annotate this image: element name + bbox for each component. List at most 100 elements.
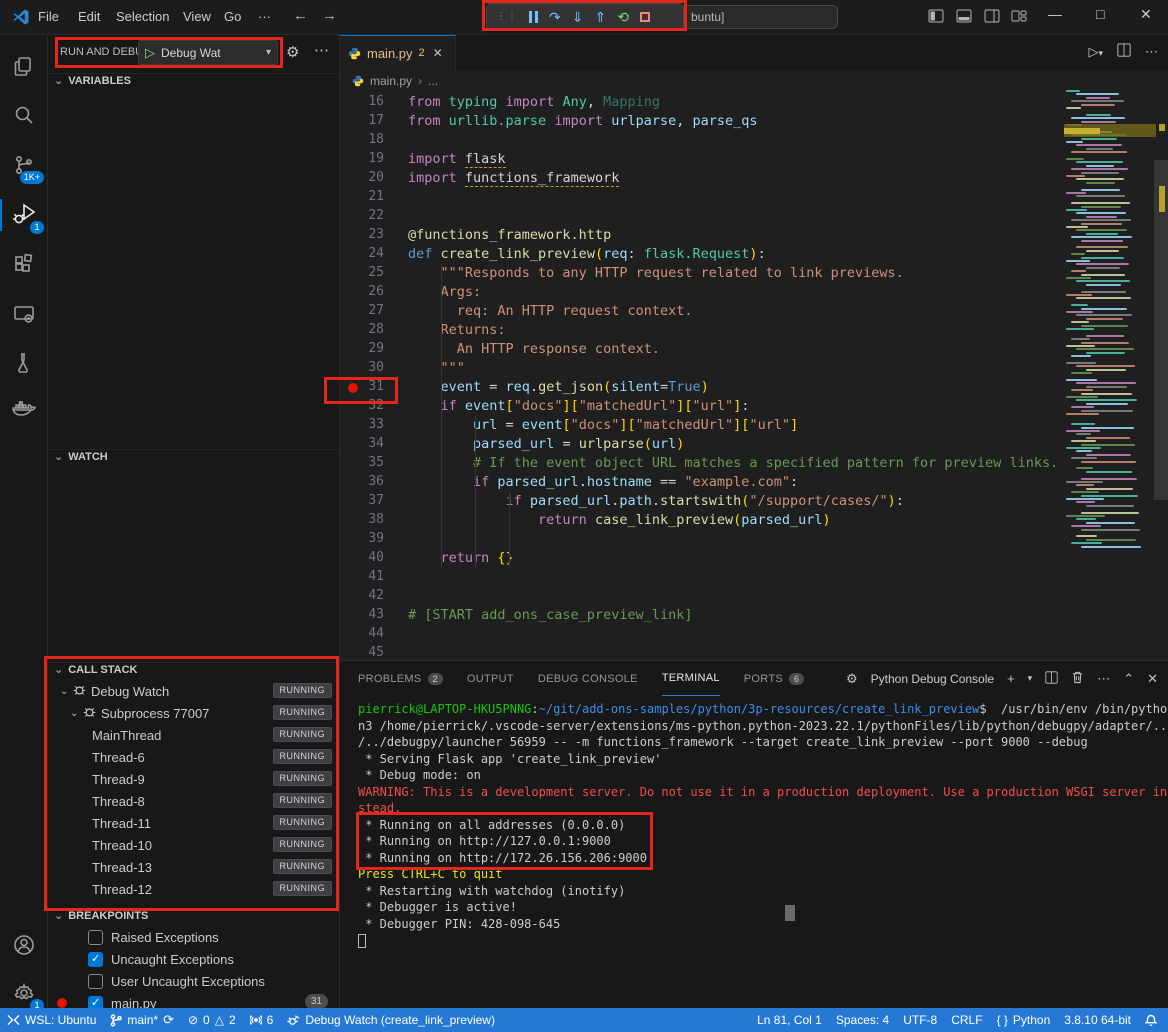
breakpoint-checkbox[interactable] [88, 974, 103, 989]
notifications-bell[interactable] [1138, 1008, 1164, 1032]
call-stack-row[interactable]: Thread-9RUNNING [48, 768, 340, 790]
code-line[interactable]: 45 [340, 644, 1168, 660]
ports-status[interactable]: 6 [243, 1008, 281, 1032]
code-line[interactable]: 27 req: An HTTP request context. [340, 302, 1168, 321]
launch-config-dropdown[interactable]: ▷ Debug Wat ▾ [138, 40, 278, 65]
code-line[interactable]: 17from urllib.parse import urlparse, par… [340, 112, 1168, 131]
code-line[interactable]: 40 return {} [340, 549, 1168, 568]
remote-indicator[interactable]: WSL: Ubuntu [0, 1008, 103, 1032]
code-line[interactable]: 31 event = req.get_json(silent=True) [340, 378, 1168, 397]
split-editor-icon[interactable] [1117, 43, 1131, 60]
tab-ports[interactable]: PORTS6 [744, 662, 805, 696]
code-line[interactable]: 28 Returns: [340, 321, 1168, 340]
new-terminal-icon[interactable]: + [1007, 671, 1015, 686]
code-line[interactable]: 23@functions_framework.http [340, 226, 1168, 245]
stop-button[interactable] [640, 12, 650, 22]
close-panel-icon[interactable]: ✕ [1147, 671, 1158, 687]
python-interpreter[interactable]: 3.8.10 64-bit [1057, 1008, 1138, 1032]
menu-view[interactable]: View [183, 9, 211, 24]
activity-docker[interactable] [0, 387, 47, 431]
nav-back-icon[interactable]: ← [293, 7, 308, 24]
debug-settings-gear-icon[interactable]: ⚙ [286, 43, 299, 61]
terminal-output[interactable]: pierrick@LAPTOP-HKU5PNNG:~/git/add-ons-s… [358, 701, 1158, 949]
activity-source-control[interactable]: 1K+ [0, 143, 47, 187]
activity-remote-explorer[interactable] [0, 293, 47, 337]
code-line[interactable]: 43# [START add_ons_case_preview_link] [340, 606, 1168, 625]
call-stack-row[interactable]: ⌄Subprocess 77007RUNNING [48, 702, 340, 724]
kill-terminal-icon[interactable] [1071, 670, 1084, 687]
variables-section-header[interactable]: ⌄VARIABLES [48, 73, 340, 91]
breakpoint-row[interactable]: User Uncaught Exceptions [48, 970, 340, 992]
code-area[interactable]: 16from typing import Any, Mapping17from … [340, 93, 1168, 660]
breakpoint-checkbox[interactable] [88, 930, 103, 945]
breakpoint-checkbox[interactable] [88, 952, 103, 967]
git-branch[interactable]: main* ⟳ [103, 1008, 181, 1032]
split-terminal-icon[interactable] [1045, 671, 1058, 687]
customize-layout-icon[interactable] [1011, 8, 1027, 29]
tab-main-py[interactable]: main.py 2 ✕ [340, 35, 456, 70]
terminal-dropdown-chevron-icon[interactable]: ▾ [1028, 673, 1033, 684]
code-line[interactable]: 22 [340, 207, 1168, 226]
editor-scrollbar[interactable] [1154, 90, 1168, 660]
call-stack-row[interactable]: Thread-13RUNNING [48, 856, 340, 878]
minimize-button[interactable]: — [1048, 6, 1062, 22]
tab-terminal[interactable]: TERMINAL [662, 662, 720, 696]
tab-output[interactable]: OUTPUT [467, 662, 514, 696]
breakpoint-row[interactable]: Uncaught Exceptions [48, 948, 340, 970]
sidebar-more-icon[interactable]: ⋯ [314, 41, 329, 59]
start-debug-icon[interactable]: ▷ [145, 45, 155, 61]
minimap[interactable] [1064, 90, 1154, 565]
editor-more-icon[interactable]: ⋯ [1145, 44, 1158, 60]
indentation[interactable]: Spaces: 4 [829, 1008, 896, 1032]
call-stack-row[interactable]: Thread-8RUNNING [48, 790, 340, 812]
call-stack-row[interactable]: Thread-11RUNNING [48, 812, 340, 834]
panel-more-icon[interactable]: ⋯ [1097, 671, 1110, 687]
code-line[interactable]: 33 url = event["docs"]["matchedUrl"]["ur… [340, 416, 1168, 435]
menu-file[interactable]: File [38, 9, 59, 24]
call-stack-section-header[interactable]: ⌄CALL STACK [48, 662, 340, 680]
cursor-position[interactable]: Ln 81, Col 1 [750, 1008, 829, 1032]
call-stack-row[interactable]: Thread-10RUNNING [48, 834, 340, 856]
maximize-button[interactable]: □ [1096, 6, 1104, 22]
maximize-panel-icon[interactable]: ⌃ [1123, 671, 1134, 687]
activity-accounts[interactable] [0, 923, 47, 967]
code-line[interactable]: 24def create_link_preview(req: flask.Req… [340, 245, 1168, 264]
code-line[interactable]: 29 An HTTP response context. [340, 340, 1168, 359]
debug-status[interactable]: Debug Watch (create_link_preview) [280, 1008, 502, 1032]
close-button[interactable]: ✕ [1140, 6, 1152, 23]
activity-run-debug[interactable]: 1 [0, 193, 47, 237]
breadcrumb-tail[interactable]: ... [428, 74, 438, 88]
toggle-secondary-sidebar-icon[interactable] [984, 8, 1000, 29]
breakpoint-row[interactable]: main.py31 [48, 992, 340, 1008]
activity-search[interactable] [0, 93, 47, 137]
call-stack-row[interactable]: MainThreadRUNNING [48, 724, 340, 746]
sync-icon[interactable]: ⟳ [163, 1012, 174, 1028]
code-line[interactable]: 19import flask [340, 150, 1168, 169]
code-line[interactable]: 37 if parsed_url.path.startswith("/suppo… [340, 492, 1168, 511]
call-stack-row[interactable]: Thread-6RUNNING [48, 746, 340, 768]
eol-sequence[interactable]: CRLF [944, 1008, 989, 1032]
call-stack-row[interactable]: Thread-12RUNNING [48, 878, 340, 900]
toggle-panel-icon[interactable] [956, 8, 972, 29]
menu-more[interactable]: ··· [258, 9, 271, 24]
activity-testing[interactable] [0, 341, 47, 385]
language-mode[interactable]: { }Python [990, 1008, 1058, 1032]
call-stack-row[interactable]: ⌄Debug WatchRUNNING [48, 680, 340, 702]
toggle-sidebar-icon[interactable] [928, 8, 944, 29]
code-line[interactable]: 42 [340, 587, 1168, 606]
toolbar-grip-icon[interactable]: ⋮⋮ [496, 12, 518, 22]
watch-section-header[interactable]: ⌄WATCH [48, 449, 340, 467]
pause-button[interactable] [529, 11, 538, 23]
nav-forward-icon[interactable]: → [322, 7, 337, 24]
step-over-button[interactable]: ↷ [549, 10, 561, 24]
code-line[interactable]: 36 if parsed_url.hostname == "example.co… [340, 473, 1168, 492]
step-out-button[interactable]: ⇑ [594, 10, 606, 24]
breakpoint-row[interactable]: Raised Exceptions [48, 926, 340, 948]
restart-button[interactable]: ⟲ [617, 10, 629, 24]
tab-problems[interactable]: PROBLEMS2 [358, 662, 443, 696]
code-line[interactable]: 44 [340, 625, 1168, 644]
step-into-button[interactable]: ⇓ [572, 10, 584, 24]
encoding[interactable]: UTF-8 [896, 1008, 944, 1032]
breakpoint-checkbox[interactable] [88, 996, 103, 1009]
activity-explorer[interactable] [0, 45, 47, 89]
